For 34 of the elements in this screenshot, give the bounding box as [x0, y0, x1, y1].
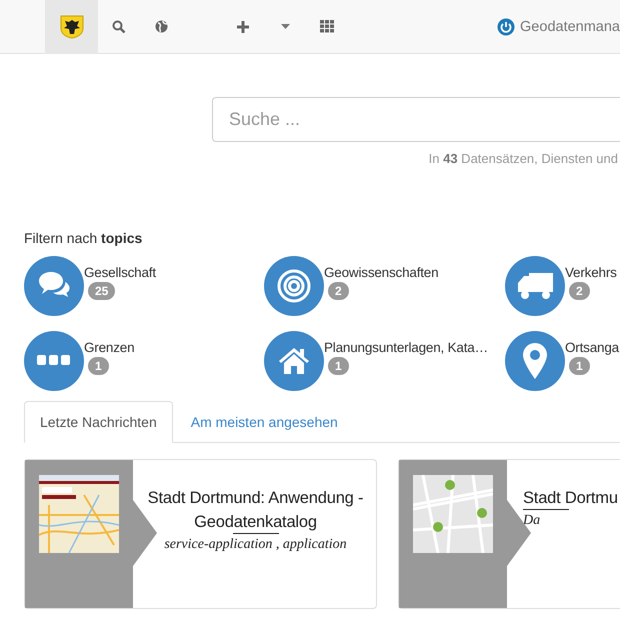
truck-icon: [516, 271, 554, 301]
dots-icon: [37, 355, 71, 367]
topic-name[interactable]: Geowissenschaften: [324, 265, 438, 280]
power-icon: [497, 18, 516, 36]
globe-icon: [154, 20, 168, 33]
map-pin-icon: [522, 342, 548, 380]
topic-name[interactable]: Ortsanga: [565, 340, 619, 355]
search-field[interactable]: Suche ...: [212, 97, 620, 142]
count-badge: 2: [569, 282, 590, 300]
topic-name[interactable]: Planungsunterlagen, Kata…: [324, 340, 488, 355]
tab[interactable]: Letzte Nachrichten: [24, 401, 173, 443]
card-subtitle: service-application , application: [164, 537, 347, 553]
topic-name[interactable]: Verkehrs: [565, 265, 617, 280]
count-badge: 1: [569, 357, 590, 375]
coat-of-arms-logo[interactable]: [60, 14, 84, 38]
news-card[interactable]: Stadt Dortmu Da: [398, 459, 620, 609]
plus-icon: [237, 20, 249, 32]
count-badge: 2: [328, 282, 349, 300]
caret-icon: [280, 24, 290, 29]
news-card[interactable]: Stadt Dortmund: Anwendung - Geodatenkatalog service-application , application: [24, 459, 377, 609]
count-badge: 25: [88, 282, 116, 300]
card-subtitle: Da: [523, 513, 540, 529]
search-icon: [112, 20, 126, 34]
card-title[interactable]: Stadt Dortmund: Anwendung - Geodatenkatalog: [137, 486, 374, 534]
count-badge: 1: [88, 357, 109, 375]
count-badge: 1: [328, 357, 349, 375]
grid-icon: [320, 20, 334, 33]
topics-heading: Filtern nach topics: [24, 230, 144, 246]
topic-name[interactable]: Gesellschaft: [84, 265, 156, 280]
target-icon: [277, 269, 311, 303]
dataset-count-text: In 43 Datensätzen, Diensten und: [428, 151, 619, 166]
topic-name[interactable]: Grenzen: [84, 340, 134, 355]
card-title[interactable]: Stadt Dortmu: [523, 486, 618, 510]
user-menu-link[interactable]: Geodatenmana: [497, 18, 620, 36]
